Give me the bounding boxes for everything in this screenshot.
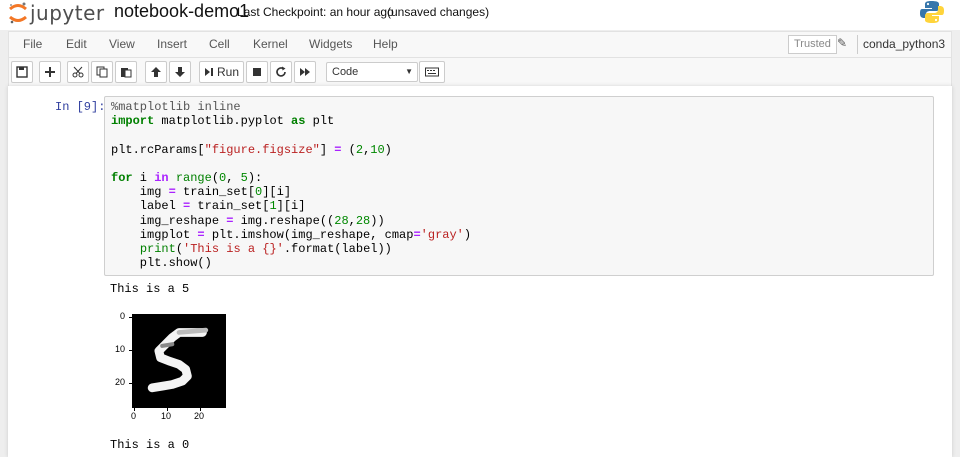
copy-button[interactable] (91, 61, 113, 83)
code-line: img = train_set[0][i] (111, 185, 292, 200)
cell-prompt: In [9]: (55, 100, 106, 114)
code-line: plt.rcParams["figure.figsize"] = (2,10) (111, 142, 392, 157)
digit-image (132, 314, 226, 408)
keyboard-icon (425, 67, 439, 77)
code-line: plt.show() (111, 256, 212, 271)
code-editor[interactable]: %matplotlib inline import matplotlib.pyp… (111, 100, 471, 270)
move-up-button[interactable] (145, 61, 167, 83)
toolbar: Run Code ▼ (8, 58, 952, 86)
restart-button[interactable] (270, 61, 292, 83)
restart-run-all-button[interactable] (294, 61, 316, 83)
chevron-down-icon: ▼ (405, 67, 413, 76)
stop-icon (253, 68, 261, 76)
y-tick-label: 20 (115, 377, 126, 387)
menu-help[interactable]: Help (373, 37, 398, 51)
y-tick-label: 0 (120, 311, 126, 321)
code-line: print('This is a {}'.format(label)) (139, 242, 392, 257)
fast-forward-icon (300, 68, 310, 76)
x-tick-label: 20 (194, 411, 205, 421)
menu-bar: File Edit View Insert Cell Kernel Widget… (8, 31, 952, 58)
pencil-icon[interactable]: ✎ (837, 36, 847, 50)
x-tick-label: 0 (131, 411, 137, 421)
divider (857, 35, 858, 54)
jupyter-logo[interactable]: jupyter (8, 0, 105, 26)
refresh-icon (276, 66, 286, 77)
notebook-name[interactable]: notebook-demo1 (114, 1, 249, 22)
last-checkpoint: Last Checkpoint: an hour ago (237, 5, 394, 19)
trusted-indicator[interactable]: Trusted (788, 35, 837, 54)
cut-button[interactable] (67, 61, 89, 83)
code-line: %matplotlib inline (111, 100, 241, 114)
output-text: This is a 5 (110, 282, 190, 296)
menu-kernel[interactable]: Kernel (253, 37, 288, 51)
paste-icon (121, 68, 132, 78)
arrow-down-icon (175, 67, 185, 77)
mnist-digit-plot (132, 314, 226, 408)
y-tick-mark (129, 317, 132, 318)
run-button[interactable]: Run (199, 61, 244, 83)
menu-file[interactable]: File (23, 37, 42, 51)
interrupt-button[interactable] (246, 61, 268, 83)
run-label: Run (216, 65, 239, 79)
code-line: label = train_set[1][i] (111, 199, 306, 214)
menu-view[interactable]: View (109, 37, 135, 51)
step-forward-icon (204, 68, 213, 76)
move-down-button[interactable] (169, 61, 191, 83)
y-tick-label: 10 (115, 344, 126, 354)
menu-cell[interactable]: Cell (209, 37, 230, 51)
paste-button[interactable] (115, 61, 137, 83)
menu-widgets[interactable]: Widgets (309, 37, 352, 51)
python-logo-icon (919, 0, 945, 24)
code-line: for i in range(0, 5): (111, 171, 263, 186)
cell-type-value: Code (332, 66, 359, 78)
cell-type-select[interactable]: Code ▼ (326, 62, 418, 82)
y-tick-mark (129, 350, 132, 351)
menu-edit[interactable]: Edit (66, 37, 87, 51)
jupyter-logo-icon (8, 1, 28, 25)
copy-icon (96, 66, 108, 78)
x-tick-label: 10 (161, 411, 172, 421)
insert-cell-button[interactable] (39, 61, 61, 83)
scissors-icon (72, 66, 84, 78)
command-palette-button[interactable] (419, 61, 445, 83)
plus-icon (45, 67, 55, 77)
save-icon (16, 66, 28, 78)
arrow-up-icon (151, 67, 161, 77)
autosave-status: (unsaved changes) (387, 5, 490, 19)
save-button[interactable] (11, 61, 33, 83)
code-line: imgplot = plt.imshow(img_reshape, cmap='… (111, 227, 472, 242)
output-text: This is a 0 (110, 438, 190, 452)
jupyter-logo-text: jupyter (30, 1, 105, 25)
y-tick-mark (129, 383, 132, 384)
kernel-name[interactable]: conda_python3 (863, 37, 945, 51)
code-line: img_reshape = img.reshape((28,28)) (111, 213, 385, 228)
menu-insert[interactable]: Insert (157, 37, 187, 51)
header: jupyter notebook-demo1 Last Checkpoint: … (0, 0, 960, 30)
code-line: import matplotlib.pyplot as plt (111, 114, 335, 129)
